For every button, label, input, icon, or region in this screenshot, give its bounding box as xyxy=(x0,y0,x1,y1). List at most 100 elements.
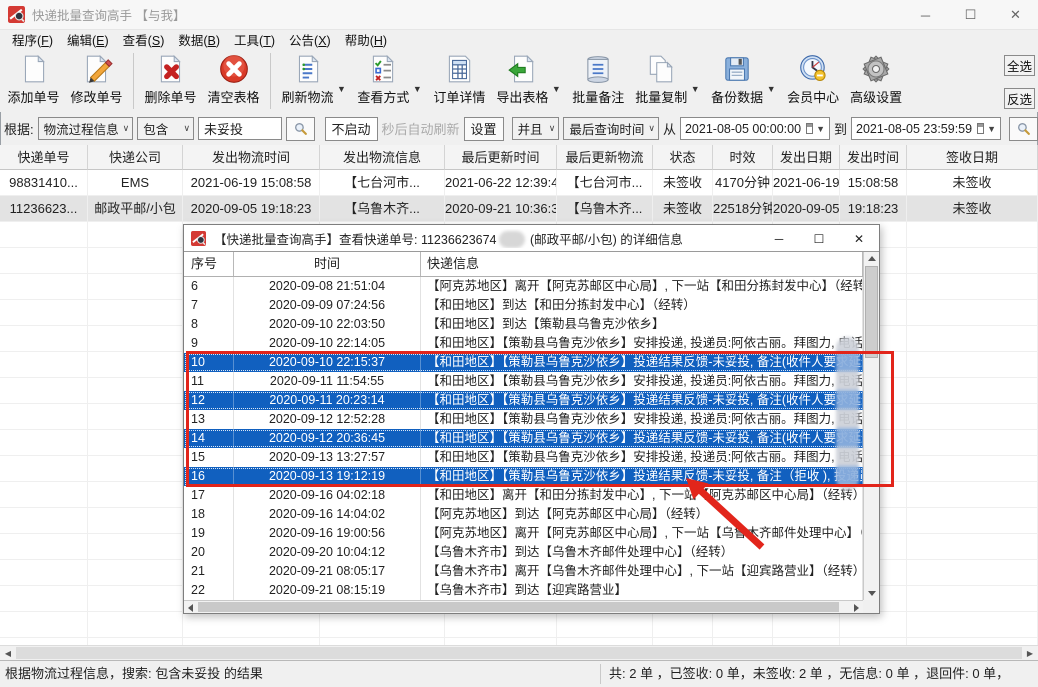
tracking-event-cell: 2020-09-10 22:03:50 xyxy=(234,315,421,334)
filter-search-button[interactable] xyxy=(286,117,315,141)
table-cell: 未签收 xyxy=(653,170,713,196)
dialog-maximize-button[interactable]: ☐ xyxy=(799,225,839,252)
tracking-event-row[interactable]: 212020-09-21 08:05:17【乌鲁木齐市】离开【乌鲁木齐邮件处理中… xyxy=(184,562,879,581)
filter-field-select[interactable]: 物流过程信息∨ xyxy=(38,117,134,140)
date-to-input[interactable]: 2021-08-05 23:59:59▼ xyxy=(851,117,1001,140)
toolbar-button-label: 添加单号 xyxy=(7,87,59,106)
menu-item-f[interactable]: 程序(F) xyxy=(5,30,60,49)
toolbar-button-view-mode[interactable]: 查看方式 xyxy=(352,51,415,106)
scrollbar-thumb[interactable] xyxy=(16,647,1022,659)
empty-cell xyxy=(907,482,1038,508)
invert-select-button[interactable]: 反选 xyxy=(1004,88,1035,109)
table-row[interactable]: 11236623...邮政平邮/小包2020-09-05 19:18:23【乌鲁… xyxy=(0,196,1038,222)
tracking-event-cell: 【阿克苏地区】离开【阿克苏邮区中心局】, 下一站【和田分拣封发中心】（经转） xyxy=(421,277,863,296)
toolbar-button-batch-note[interactable]: 批量备注 xyxy=(567,51,630,106)
empty-cell xyxy=(0,612,88,638)
table-cell: 2021-06-22 12:39:49 xyxy=(445,170,557,196)
toolbar-button-backup-data[interactable]: 备份数据 xyxy=(706,51,769,106)
toolbar-button-advanced-settings[interactable]: 高级设置 xyxy=(845,51,908,106)
tracking-event-row[interactable]: 72020-09-09 07:24:56【和田地区】到达【和田分拣封发中心】（经… xyxy=(184,296,879,315)
join-operator-select[interactable]: 并且∨ xyxy=(512,117,560,140)
tracking-event-row[interactable]: 82020-09-10 22:03:50【和田地区】到达【策勒县乌鲁克沙依乡】 xyxy=(184,315,879,334)
dropdown-arrow-icon[interactable]: ▼ xyxy=(552,84,561,94)
scroll-left-icon[interactable]: ◀ xyxy=(0,646,16,660)
tracking-event-cell: 22 xyxy=(184,581,234,600)
dialog-column-header[interactable]: 快递信息 xyxy=(421,252,863,276)
redacted-blur xyxy=(499,231,525,248)
date-from-input[interactable]: 2021-08-05 00:00:00▼ xyxy=(680,117,830,140)
column-header[interactable]: 状态 xyxy=(653,145,713,170)
toolbar-button-export-table[interactable]: 导出表格 xyxy=(491,51,554,106)
column-header[interactable]: 签收日期 xyxy=(907,145,1038,170)
column-header[interactable]: 最后更新物流 xyxy=(557,145,653,170)
dropdown-arrow-icon[interactable]: ▼ xyxy=(413,84,422,94)
select-all-button[interactable]: 全选 xyxy=(1004,55,1035,76)
main-horizontal-scrollbar[interactable]: ◀ ▶ xyxy=(0,645,1038,660)
column-header[interactable]: 发出物流时间 xyxy=(183,145,320,170)
toolbar-button-clear-table[interactable]: 清空表格 xyxy=(202,51,265,106)
tracking-event-row[interactable]: 222020-09-21 08:15:19【乌鲁木齐市】到达【迎宾路营业】 xyxy=(184,581,879,600)
toolbar-button-member-center[interactable]: 会员中心 xyxy=(782,51,845,106)
toolbar-button-refresh-logistics[interactable]: 刷新物流 xyxy=(276,51,339,106)
tracking-event-row[interactable]: 62020-09-08 21:51:04【阿克苏地区】离开【阿克苏邮区中心局】,… xyxy=(184,277,879,296)
dialog-column-header[interactable]: 时间 xyxy=(234,252,421,276)
dialog-vertical-scrollbar[interactable] xyxy=(863,252,879,600)
column-header[interactable]: 时效 xyxy=(713,145,773,170)
dropdown-arrow-icon[interactable]: ▼ xyxy=(337,84,346,94)
autorefresh-toggle-button[interactable]: 不启动 xyxy=(325,117,378,141)
menu-item-x[interactable]: 公告(X) xyxy=(282,30,338,49)
tracking-event-row[interactable]: 142020-09-12 20:36:45【和田地区】【策勒县乌鲁克沙依乡】投递… xyxy=(184,429,879,448)
tracking-event-row[interactable]: 92020-09-10 22:14:05【和田地区】【策勒县乌鲁克沙依乡】安排投… xyxy=(184,334,879,353)
tracking-event-row[interactable]: 192020-09-16 19:00:56【阿克苏地区】离开【阿克苏邮区中心局】… xyxy=(184,524,879,543)
tracking-event-row[interactable]: 162020-09-13 19:12:19【和田地区】【策勒县乌鲁克沙依乡】投递… xyxy=(184,467,879,486)
empty-cell xyxy=(840,612,907,638)
tracking-event-row[interactable]: 182020-09-16 14:04:02【阿克苏地区】到达【阿克苏邮区中心局】… xyxy=(184,505,879,524)
toolbar-button-doc-add[interactable]: 添加单号 xyxy=(2,51,65,106)
autorefresh-settings-button[interactable]: 设置 xyxy=(464,117,504,141)
tracking-event-row[interactable]: 202020-09-20 10:04:12【乌鲁木齐市】到达【乌鲁木齐邮件处理中… xyxy=(184,543,879,562)
column-header[interactable]: 发出时间 xyxy=(840,145,907,170)
column-header[interactable]: 发出物流信息 xyxy=(320,145,445,170)
tracking-event-row[interactable]: 152020-09-13 13:27:57【和田地区】【策勒县乌鲁克沙依乡】安排… xyxy=(184,448,879,467)
filter-keyword-input[interactable]: 未妥投 xyxy=(198,117,281,140)
tracking-event-row[interactable]: 122020-09-11 20:23:14【和田地区】【策勒县乌鲁克沙依乡】投递… xyxy=(184,391,879,410)
scrollbar-thumb[interactable] xyxy=(198,602,839,612)
tracking-event-row[interactable]: 172020-09-16 04:02:18【和田地区】离开【和田分拣封发中心】,… xyxy=(184,486,879,505)
minimize-button[interactable]: ─ xyxy=(903,0,948,30)
scroll-right-icon[interactable] xyxy=(854,604,859,612)
dropdown-arrow-icon[interactable]: ▼ xyxy=(767,84,776,94)
time-search-button[interactable] xyxy=(1009,117,1038,141)
scroll-left-icon[interactable] xyxy=(188,604,193,612)
scrollbar-thumb[interactable] xyxy=(865,266,878,358)
toolbar-button-batch-copy[interactable]: 批量复制 xyxy=(630,51,693,106)
menu-item-t[interactable]: 工具(T) xyxy=(227,30,282,49)
maximize-button[interactable]: ☐ xyxy=(948,0,993,30)
toolbar-button-doc-delete[interactable]: 删除单号 xyxy=(139,51,202,106)
tracking-event-row[interactable]: 112020-09-11 11:54:55【和田地区】【策勒县乌鲁克沙依乡】安排… xyxy=(184,372,879,391)
column-header[interactable]: 最后更新时间 xyxy=(445,145,557,170)
tracking-event-cell: 17 xyxy=(184,486,234,505)
dialog-column-header[interactable]: 序号 xyxy=(184,252,234,276)
scroll-up-icon[interactable] xyxy=(868,256,876,261)
filter-op-select[interactable]: 包含∨ xyxy=(137,117,194,140)
column-header[interactable]: 发出日期 xyxy=(773,145,840,170)
time-field-select[interactable]: 最后查询时间∨ xyxy=(563,117,659,140)
table-row[interactable]: 98831410...EMS2021-06-19 15:08:58【七台河市..… xyxy=(0,170,1038,196)
menu-item-e[interactable]: 编辑(E) xyxy=(60,30,116,49)
column-header[interactable]: 快递公司 xyxy=(88,145,183,170)
close-button[interactable]: ✕ xyxy=(993,0,1038,30)
column-header[interactable]: 快递单号 xyxy=(0,145,88,170)
menu-item-b[interactable]: 数据(B) xyxy=(171,30,227,49)
menu-item-s[interactable]: 查看(S) xyxy=(116,30,172,49)
tracking-event-row[interactable]: 102020-09-10 22:15:37【和田地区】【策勒县乌鲁克沙依乡】投递… xyxy=(184,353,879,372)
menu-item-h[interactable]: 帮助(H) xyxy=(338,30,394,49)
dropdown-arrow-icon[interactable]: ▼ xyxy=(691,84,700,94)
dialog-close-button[interactable]: ✕ xyxy=(839,225,879,252)
toolbar-button-doc-edit[interactable]: 修改单号 xyxy=(65,51,128,106)
scroll-right-icon[interactable]: ▶ xyxy=(1022,646,1038,660)
dialog-minimize-button[interactable]: ─ xyxy=(759,225,799,252)
tracking-event-row[interactable]: 132020-09-12 12:52:28【和田地区】【策勒县乌鲁克沙依乡】安排… xyxy=(184,410,879,429)
dialog-horizontal-scrollbar[interactable] xyxy=(184,600,863,613)
scroll-down-icon[interactable] xyxy=(868,591,876,596)
toolbar-button-order-detail[interactable]: 订单详情 xyxy=(428,51,491,106)
